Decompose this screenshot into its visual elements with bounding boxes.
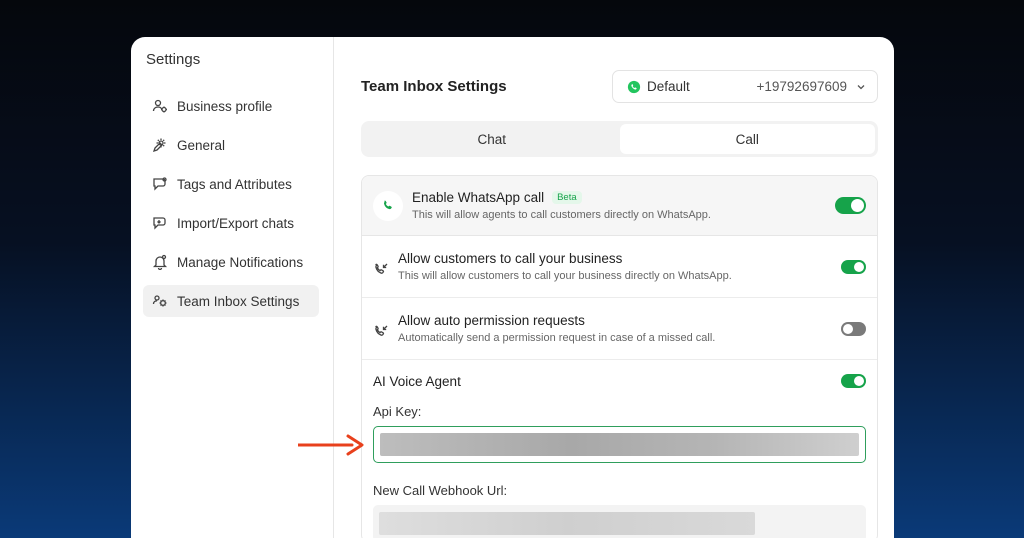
allow-customers-toggle[interactable] [841, 259, 866, 274]
inbox-gear-icon [151, 292, 169, 310]
enable-whatsapp-call-row: Enable WhatsApp call Beta This will allo… [362, 176, 877, 236]
red-arrow-annotation [298, 434, 364, 456]
auto-permission-desc: Automatically send a permission request … [398, 332, 716, 344]
beta-badge: Beta [552, 191, 582, 204]
enable-call-desc: This will allow agents to call customers… [412, 209, 711, 221]
webhook-url-label: New Call Webhook Url: [373, 483, 508, 498]
sidebar-item-label: Manage Notifications [177, 254, 304, 270]
sidebar-title: Settings [146, 51, 201, 68]
sidebar-item-notifications[interactable]: Manage Notifications [143, 246, 319, 278]
sidebar-item-business-profile[interactable]: Business profile [143, 90, 319, 122]
ai-voice-agent-title: AI Voice Agent [373, 373, 461, 389]
gear-pencil-icon [151, 136, 169, 154]
api-key-input[interactable] [373, 426, 866, 463]
chevron-down-icon [857, 84, 865, 89]
incoming-call-icon [375, 263, 388, 274]
sidebar-item-label: Team Inbox Settings [177, 293, 300, 309]
chat-export-icon [151, 214, 169, 232]
redacted-value [379, 512, 755, 535]
api-key-label: Api Key: [373, 404, 422, 419]
sidebar-item-label: General [177, 137, 226, 153]
tag-chat-icon [151, 175, 169, 193]
sidebar-item-label: Import/Export chats [177, 215, 295, 231]
auto-permission-row: Allow auto permission requests Automatic… [362, 298, 877, 360]
tab-call[interactable]: Call [619, 124, 875, 154]
incoming-call-icon [375, 325, 388, 336]
account-number: +19792697609 [756, 79, 847, 94]
enable-call-title: Enable WhatsApp call [412, 190, 545, 205]
allow-customers-row: Allow customers to call your business Th… [362, 236, 877, 298]
account-label: Default [647, 79, 690, 94]
sidebar-item-import-export[interactable]: Import/Export chats [143, 207, 319, 239]
tab-chat[interactable]: Chat [364, 124, 620, 154]
account-number-select[interactable]: Default +19792697609 [612, 70, 878, 103]
auto-permission-title: Allow auto permission requests [398, 313, 585, 328]
auto-permission-toggle[interactable] [841, 321, 866, 336]
allow-customers-desc: This will allow customers to call your b… [398, 270, 732, 282]
webhook-url-input[interactable] [373, 505, 866, 538]
sidebar-item-tags-attributes[interactable]: Tags and Attributes [143, 168, 319, 200]
call-settings-panel: Enable WhatsApp call Beta This will allo… [361, 175, 878, 538]
allow-customers-title: Allow customers to call your business [398, 251, 623, 266]
sidebar-item-team-inbox-settings[interactable]: Team Inbox Settings [143, 285, 319, 317]
sidebar-item-label: Tags and Attributes [177, 176, 292, 192]
redacted-value [380, 433, 859, 456]
chat-call-tabs: Chat Call [361, 121, 878, 157]
settings-card: Settings Business profile General Tags a… [131, 37, 894, 538]
bell-icon [151, 253, 169, 271]
page-title: Team Inbox Settings [361, 78, 507, 95]
phone-icon [373, 190, 403, 221]
page-header: Team Inbox Settings Default +19792697609 [361, 70, 878, 103]
sidebar-item-general[interactable]: General [143, 129, 319, 161]
sidebar-item-label: Business profile [177, 98, 273, 114]
users-gear-icon [151, 97, 169, 115]
main-content: Team Inbox Settings Default +19792697609… [334, 37, 894, 538]
settings-sidebar: Settings Business profile General Tags a… [131, 37, 334, 538]
enable-call-toggle[interactable] [835, 197, 866, 214]
ai-voice-agent-section: AI Voice Agent Api Key: New Call Webhook… [362, 360, 877, 538]
whatsapp-icon [627, 80, 641, 93]
ai-voice-agent-toggle[interactable] [841, 374, 866, 388]
